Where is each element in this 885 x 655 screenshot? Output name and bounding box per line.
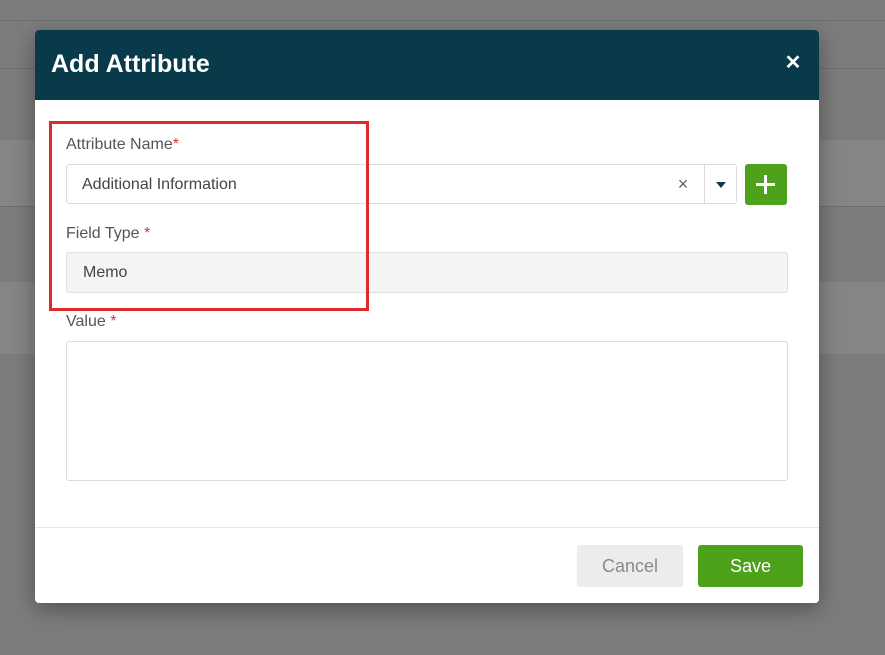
caret-down-icon[interactable] xyxy=(716,182,726,188)
required-marker: * xyxy=(110,313,117,330)
required-marker: * xyxy=(172,136,179,153)
select-divider xyxy=(704,165,705,203)
field-type-field: Memo xyxy=(66,252,788,293)
attribute-name-select[interactable]: Additional Information × xyxy=(66,164,737,204)
footer-divider xyxy=(35,527,819,528)
add-attribute-button[interactable] xyxy=(745,164,787,205)
field-type-label-text: Field Type xyxy=(66,225,140,242)
plus-icon xyxy=(756,183,775,186)
dialog-header: Add Attribute ✕ xyxy=(35,30,819,100)
required-marker: * xyxy=(143,225,151,242)
attribute-name-label: Attribute Name* xyxy=(66,135,179,155)
field-type-value: Memo xyxy=(83,264,128,281)
dialog-title: Add Attribute xyxy=(51,50,210,78)
cancel-button[interactable]: Cancel xyxy=(577,545,683,587)
field-type-label: Field Type * xyxy=(66,224,150,244)
value-label: Value * xyxy=(66,312,116,332)
save-button[interactable]: Save xyxy=(698,545,803,587)
background-divider xyxy=(0,20,885,21)
clear-icon[interactable]: × xyxy=(672,173,694,195)
attribute-name-label-text: Attribute Name xyxy=(66,136,173,153)
value-textarea[interactable] xyxy=(66,341,788,481)
close-icon[interactable]: ✕ xyxy=(781,51,805,75)
add-attribute-dialog: Add Attribute ✕ Attribute Name* Addition… xyxy=(35,30,819,603)
attribute-name-value: Additional Information xyxy=(82,176,237,193)
value-label-text: Value xyxy=(66,313,106,330)
